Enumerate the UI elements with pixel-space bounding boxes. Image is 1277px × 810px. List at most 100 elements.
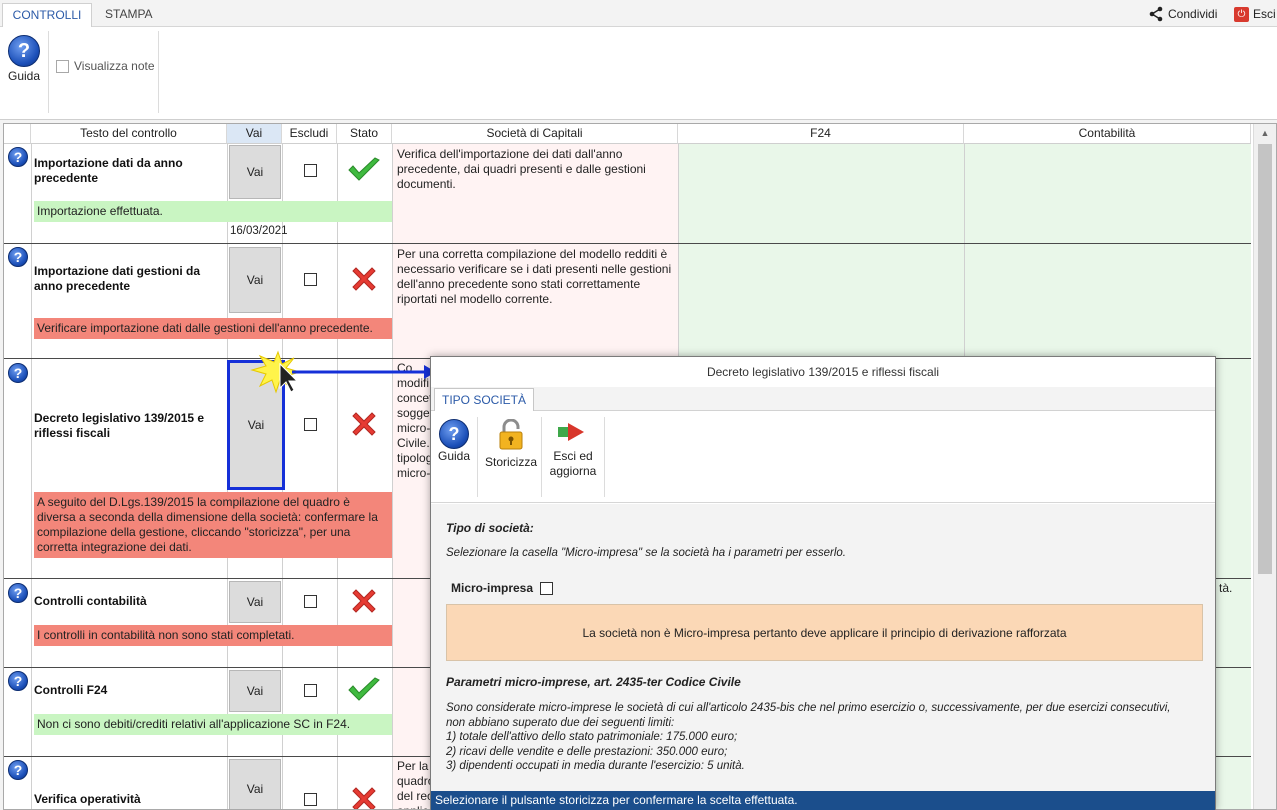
description-fragment: Civile. <box>397 436 430 450</box>
description-fragment: micro- <box>397 421 431 435</box>
help-icon[interactable]: ? <box>8 363 28 383</box>
exit-update-label-1: Esci ed <box>553 449 593 463</box>
description-fragment: micro- <box>397 466 431 480</box>
row-description: Per una corretta compilazione del modell… <box>397 247 672 306</box>
exit-button[interactable]: ⏻ Esci <box>1234 4 1276 24</box>
vai-button[interactable]: Vai <box>229 247 281 313</box>
tab-controlli[interactable]: CONTROLLI <box>2 3 92 28</box>
row-message: Verificare importazione dati dalle gesti… <box>34 318 392 339</box>
right-fragment: tà. <box>1219 581 1233 595</box>
guide-button[interactable]: ? Guida <box>6 35 42 83</box>
header-vai[interactable]: Vai <box>227 124 282 144</box>
row-title: Importazione dati da anno precedente <box>34 156 183 185</box>
ribbon-separator <box>541 417 542 497</box>
dialog-guide-button[interactable]: ? Guida <box>437 419 471 464</box>
section2-line: Sono considerate micro-imprese le societ… <box>446 702 1171 714</box>
storicizza-label: Storicizza <box>484 455 537 469</box>
exclude-checkbox[interactable] <box>304 418 317 431</box>
ribbon-separator <box>604 417 605 497</box>
section2-title: Parametri micro-imprese, art. 2435-ter C… <box>446 675 741 689</box>
error-x-icon <box>352 787 376 809</box>
click-pointer-annotation <box>250 350 436 394</box>
error-x-icon <box>352 412 376 436</box>
header-testo[interactable]: Testo del controllo <box>31 124 227 144</box>
check-icon <box>348 157 380 181</box>
guide-label: Guida <box>7 69 41 83</box>
derivation-notice: La società non è Micro-impresa pertanto … <box>446 604 1203 661</box>
help-icon: ? <box>439 419 469 449</box>
exit-update-label-2: aggiorna <box>549 464 597 478</box>
dialog-guide-label: Guida <box>437 449 471 463</box>
header-contabilita[interactable]: Contabilità <box>964 124 1251 144</box>
ribbon-separator <box>477 417 478 497</box>
row-message: I controlli in contabilità non sono stat… <box>34 625 392 646</box>
row-message: Non ci sono debiti/crediti relativi all'… <box>34 714 392 735</box>
scroll-up-arrow[interactable]: ▲ <box>1254 124 1276 142</box>
ribbon-separator <box>48 31 49 113</box>
section2-line: 1) totale dell'attivo dello stato patrim… <box>446 731 738 743</box>
micro-impresa-row[interactable]: Micro-impresa <box>451 581 554 595</box>
scroll-thumb[interactable] <box>1258 144 1272 574</box>
share-icon <box>1149 6 1163 22</box>
section1-text: Selezionare la casella "Micro-impresa" s… <box>446 547 846 559</box>
help-icon: ? <box>8 35 40 67</box>
dialog-title: Decreto legislativo 139/2015 e riflessi … <box>431 357 1215 387</box>
show-notes-label: Visualizza note <box>74 59 155 73</box>
ribbon-separator <box>158 31 159 113</box>
row-title: Decreto legislativo 139/2015 e riflessi … <box>34 411 205 440</box>
show-notes-checkbox[interactable]: Visualizza note <box>56 59 155 73</box>
exit-update-button[interactable]: Esci ed aggiorna <box>545 419 601 479</box>
vai-button[interactable]: Vai <box>229 759 281 809</box>
tab-tipo-societa[interactable]: TIPO SOCIETÀ <box>434 388 534 412</box>
ribbon-tabbar: CONTROLLI STAMPA Condividi ⏻ Esci <box>0 0 1277 28</box>
header-escludi[interactable]: Escludi <box>282 124 337 144</box>
exit-arrow-icon <box>558 423 584 441</box>
header-societa[interactable]: Società di Capitali <box>392 124 678 144</box>
section2-line: 3) dipendenti occupati in media durante … <box>446 760 745 772</box>
dialog-ribbon: ? Guida Storicizza Esci ed aggiorna <box>431 411 1215 503</box>
error-x-icon <box>352 267 376 291</box>
exclude-checkbox[interactable] <box>304 595 317 608</box>
row-message: A seguito del D.Lgs.139/2015 la compilaz… <box>34 492 392 558</box>
dialog-body: Tipo di società: Selezionare la casella … <box>431 504 1215 791</box>
vai-button[interactable]: Vai <box>229 670 281 712</box>
section2-text: Sono considerate micro-imprese le societ… <box>446 701 1170 774</box>
error-x-icon <box>352 589 376 613</box>
row-title: Verifica operatività <box>34 792 141 806</box>
tab-stampa[interactable]: STAMPA <box>93 3 165 27</box>
dialog-status-bar: Selezionare il pulsante storicizza per c… <box>431 791 1215 810</box>
vertical-scrollbar[interactable]: ▲ <box>1253 124 1276 809</box>
exclude-checkbox[interactable] <box>304 273 317 286</box>
share-button[interactable]: Condividi <box>1148 4 1217 24</box>
vai-button[interactable]: Vai <box>229 581 281 623</box>
row-description: Verifica dell'importazione dei dati dall… <box>397 147 646 191</box>
header-stato[interactable]: Stato <box>337 124 392 144</box>
section2-line: 2) ricavi delle vendite e delle prestazi… <box>446 745 728 758</box>
vai-button[interactable]: Vai <box>229 145 281 199</box>
exclude-checkbox[interactable] <box>304 793 317 806</box>
dialog-window: Decreto legislativo 139/2015 e riflessi … <box>430 356 1216 810</box>
power-icon: ⏻ <box>1234 6 1249 22</box>
section1-title: Tipo di società: <box>446 521 534 535</box>
row-message: Importazione effettuata. <box>34 201 392 222</box>
help-icon[interactable]: ? <box>8 671 28 691</box>
exclude-checkbox[interactable] <box>304 684 317 697</box>
dialog-tabbar: TIPO SOCIETÀ <box>431 387 1215 412</box>
storicizza-button[interactable]: Storicizza <box>483 418 539 470</box>
exit-label: Esci <box>1253 7 1276 21</box>
help-icon[interactable]: ? <box>8 583 28 603</box>
description-fragment: tipolog <box>397 451 433 465</box>
ribbon-panel: ? Guida Visualizza note <box>0 27 1277 120</box>
micro-impresa-checkbox[interactable] <box>540 581 554 595</box>
checkbox-box <box>56 59 69 73</box>
exclude-checkbox[interactable] <box>304 164 317 177</box>
row-date: 16/03/2021 <box>230 225 288 237</box>
row-title: Controlli contabilità <box>34 594 147 608</box>
help-icon[interactable]: ? <box>8 147 28 167</box>
header-f24[interactable]: F24 <box>678 124 964 144</box>
share-label: Condividi <box>1168 7 1218 21</box>
help-icon[interactable]: ? <box>8 760 28 780</box>
row-separator <box>4 243 1251 244</box>
help-icon[interactable]: ? <box>8 247 28 267</box>
header-icon-col <box>4 124 31 144</box>
